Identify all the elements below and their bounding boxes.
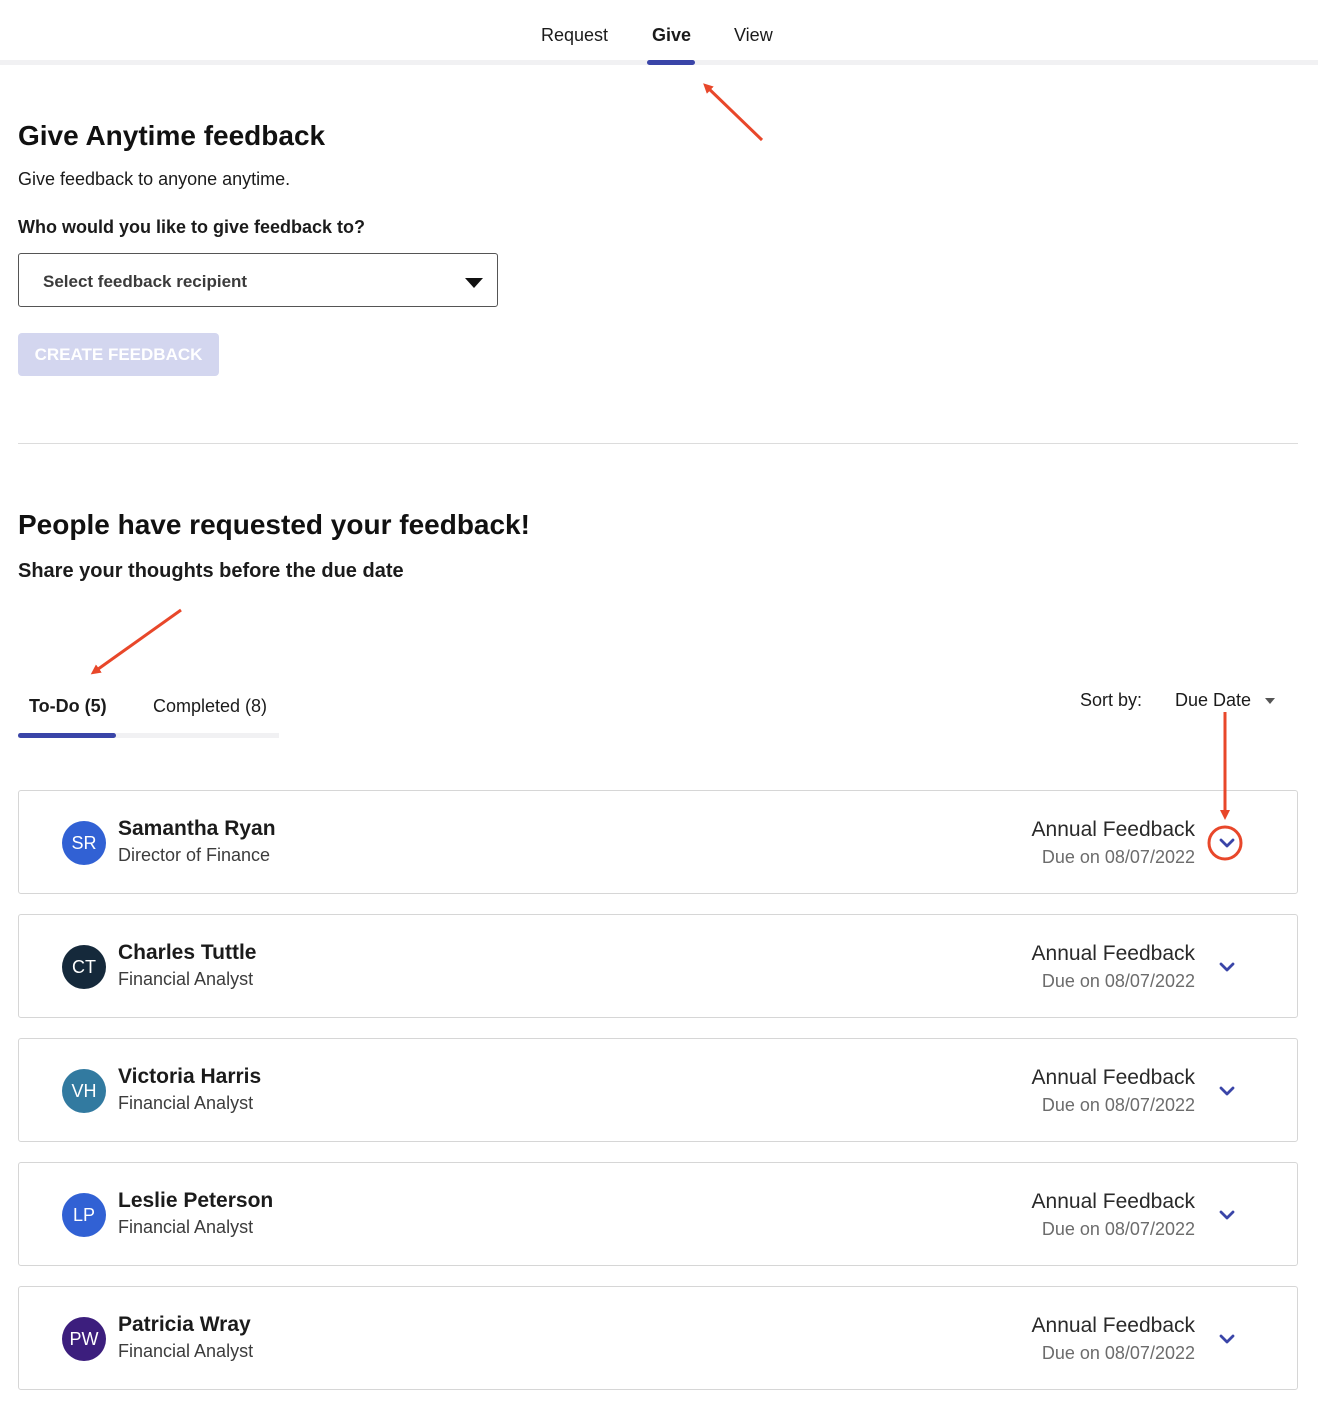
chevron-down-icon: [1219, 962, 1235, 972]
request-card: PW Patricia Wray Financial Analyst Annua…: [18, 1286, 1298, 1390]
chevron-down-icon: [1219, 838, 1235, 848]
tab-todo-underline: [18, 733, 116, 738]
requester-name: Victoria Harris: [118, 1065, 262, 1088]
chevron-down-icon: [1219, 1334, 1235, 1344]
top-nav: Request Give View: [0, 0, 1318, 66]
due-date: Due on 08/07/2022: [1041, 971, 1195, 991]
request-card: VH Victoria Harris Financial Analyst Ann…: [18, 1038, 1298, 1142]
anytime-subtitle: Give feedback to anyone anytime.: [18, 169, 291, 189]
tab-view[interactable]: View: [734, 25, 773, 46]
avatar: SR: [62, 821, 106, 865]
expand-chevron-icon[interactable]: [1212, 1324, 1242, 1354]
request-tabs: To-Do (5) Completed (8): [18, 690, 279, 738]
feedback-type: Annual Feedback: [1031, 1314, 1195, 1337]
requester-name: Charles Tuttle: [118, 941, 257, 964]
requests-subtitle: Share your thoughts before the due date: [18, 560, 404, 582]
due-date: Due on 08/07/2022: [1041, 1219, 1195, 1239]
due-date: Due on 08/07/2022: [1041, 1343, 1195, 1363]
avatar: PW: [62, 1317, 106, 1361]
requester-name: Samantha Ryan: [118, 817, 276, 840]
avatar: CT: [62, 945, 106, 989]
sort-caret-icon[interactable]: [1265, 698, 1275, 704]
request-card: LP Leslie Peterson Financial Analyst Ann…: [18, 1162, 1298, 1266]
feedback-type: Annual Feedback: [1031, 942, 1195, 965]
due-date: Due on 08/07/2022: [1041, 847, 1195, 867]
tab-todo[interactable]: To-Do (5): [29, 696, 107, 717]
chevron-down-icon: [1219, 1210, 1235, 1220]
requester-role: Financial Analyst: [118, 1217, 254, 1237]
requester-role: Financial Analyst: [118, 1341, 254, 1361]
anytime-title: Give Anytime feedback: [18, 120, 326, 151]
requests-title: People have requested your feedback!: [18, 509, 530, 540]
requester-name: Leslie Peterson: [118, 1189, 274, 1212]
section-divider: [18, 443, 1298, 444]
avatar: VH: [62, 1069, 106, 1113]
requester-role: Financial Analyst: [118, 969, 254, 989]
annotation-arrow-give: [703, 83, 764, 142]
tab-give-underline: [647, 60, 695, 65]
sort-select[interactable]: Due Date: [1175, 690, 1251, 711]
annotation-arrow-todo: [90, 608, 182, 675]
requester-role: Director of Finance: [118, 845, 271, 865]
expand-chevron-icon[interactable]: [1212, 1200, 1242, 1230]
requester-role: Financial Analyst: [118, 1093, 254, 1113]
create-feedback-button[interactable]: CREATE FEEDBACK: [18, 333, 219, 376]
expand-chevron-icon[interactable]: [1212, 1076, 1242, 1106]
feedback-type: Annual Feedback: [1031, 1066, 1195, 1089]
expand-chevron-icon[interactable]: [1212, 952, 1242, 982]
feedback-type: Annual Feedback: [1031, 1190, 1195, 1213]
recipient-question: Who would you like to give feedback to?: [18, 217, 366, 237]
tab-completed[interactable]: Completed (8): [153, 696, 267, 717]
request-card: CT Charles Tuttle Financial Analyst Annu…: [18, 914, 1298, 1018]
feedback-type: Annual Feedback: [1031, 818, 1195, 841]
tab-request[interactable]: Request: [541, 25, 608, 46]
caret-down-icon: [465, 278, 483, 288]
avatar: LP: [62, 1193, 106, 1237]
sort-label: Sort by:: [1080, 690, 1143, 710]
due-date: Due on 08/07/2022: [1041, 1095, 1195, 1115]
recipient-select[interactable]: Select feedback recipient: [18, 253, 498, 307]
recipient-select-placeholder: Select feedback recipient: [43, 272, 248, 291]
request-card: SR Samantha Ryan Director of Finance Ann…: [18, 790, 1298, 894]
chevron-down-icon: [1219, 1086, 1235, 1096]
tab-give[interactable]: Give: [652, 25, 691, 46]
expand-chevron-icon[interactable]: [1212, 828, 1242, 858]
requester-name: Patricia Wray: [118, 1313, 251, 1336]
